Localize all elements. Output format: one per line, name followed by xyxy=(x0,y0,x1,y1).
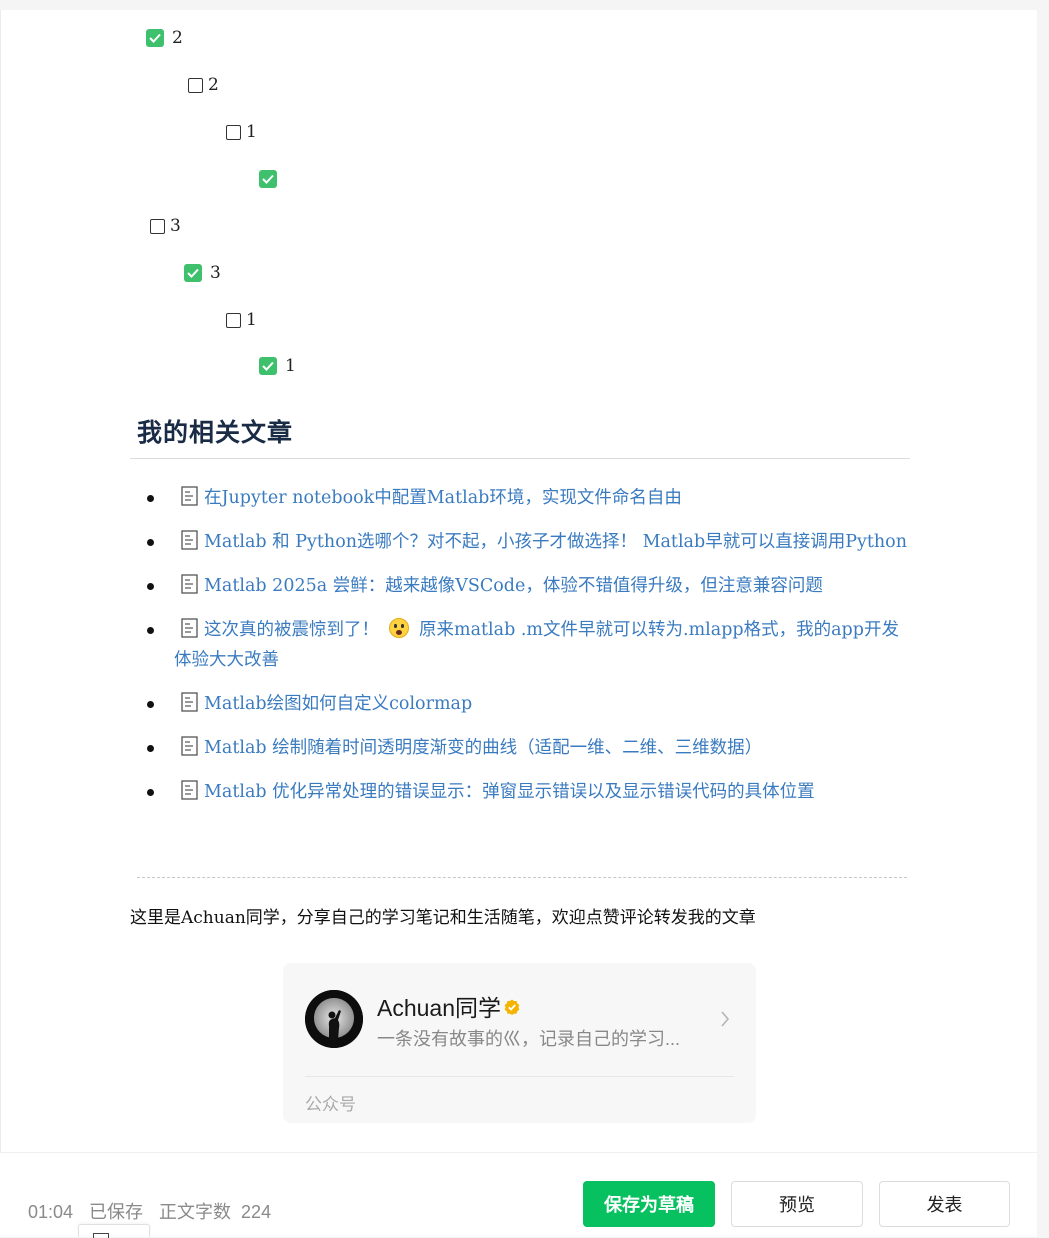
related-articles-list: 在Jupyter notebook中配置Matlab环境，实现文件命名自由 Ma… xyxy=(147,483,909,807)
official-account-card[interactable]: Achuan同学 一条没有故事的巛，记录自己的学习... 公众号 xyxy=(283,963,756,1123)
preview-button[interactable]: 预览 xyxy=(731,1181,863,1227)
bullet xyxy=(147,701,154,708)
task-label: 3 xyxy=(210,263,221,283)
bullet xyxy=(147,627,154,634)
word-count-label: 正文字数 xyxy=(159,1202,232,1222)
task-label: 2 xyxy=(208,75,219,95)
checkbox-unchecked[interactable] xyxy=(226,312,241,328)
task-item: 1 xyxy=(226,309,257,331)
bullet xyxy=(147,495,154,502)
related-articles-heading: 我的相关文章 xyxy=(137,418,294,447)
article-link[interactable]: Matlab 2025a 尝鲜：越来越像VSCode，体验不错值得升级，但注意兼… xyxy=(204,576,823,596)
account-type-label: 公众号 xyxy=(305,1095,356,1114)
checkbox-unchecked[interactable] xyxy=(226,124,241,140)
account-description: 一条没有故事的巛，记录自己的学习... xyxy=(377,1029,681,1049)
document-icon xyxy=(181,574,198,594)
task-item: 3 xyxy=(184,262,221,284)
heading-divider xyxy=(130,458,910,459)
document-icon xyxy=(181,530,198,550)
dashed-divider xyxy=(137,877,907,878)
task-item: 1 xyxy=(259,355,296,377)
publish-button[interactable]: 发表 xyxy=(879,1181,1010,1227)
checkbox-unchecked[interactable] xyxy=(188,77,203,93)
document-icon xyxy=(181,618,198,638)
screaming-face-emoji-icon xyxy=(389,618,409,638)
task-item: 2 xyxy=(188,74,219,96)
list-item: Matlab 绘制随着时间透明度渐变的曲线（适配一维、二维、三维数据） xyxy=(147,733,909,763)
document-icon xyxy=(181,736,198,756)
task-item: 3 xyxy=(150,215,181,237)
list-item: Matlab 优化异常处理的错误显示：弹窗显示错误以及显示错误代码的具体位置 xyxy=(147,777,909,807)
article-link[interactable]: Matlab 优化异常处理的错误显示：弹窗显示错误以及显示错误代码的具体位置 xyxy=(204,782,815,802)
editor-page: 2 2 1 3 3 1 1 我的相关文章 在Jupyter notebook中配… xyxy=(0,10,1038,1236)
verified-badge-icon xyxy=(504,999,520,1015)
list-item: Matlab 2025a 尝鲜：越来越像VSCode，体验不错值得升级，但注意兼… xyxy=(147,571,909,601)
document-icon xyxy=(181,486,198,506)
save-status: 01:04 已保存 正文字数 224 xyxy=(28,1198,287,1224)
list-item: 这次真的被震惊到了！ 原来matlab .m文件早就可以转为.mlapp格式，我的… xyxy=(147,615,909,675)
chevron-right-icon xyxy=(721,1011,730,1027)
task-item: 2 xyxy=(146,27,183,49)
editor-footer: 01:04 已保存 正文字数 224 保存为草稿 预览 发表 xyxy=(0,1152,1037,1237)
article-title-part: 这次真的被震惊到了！ xyxy=(204,620,379,640)
task-label: 1 xyxy=(285,356,296,376)
bullet xyxy=(147,745,154,752)
account-name-text: Achuan同学 xyxy=(377,995,502,1021)
task-label: 3 xyxy=(170,216,181,236)
collapsed-panel-tab[interactable] xyxy=(78,1224,150,1238)
checkbox-checked[interactable] xyxy=(259,357,277,375)
task-item xyxy=(259,168,285,190)
word-count: 224 xyxy=(241,1202,272,1222)
checkbox-checked[interactable] xyxy=(146,29,164,47)
saved-status: 已保存 xyxy=(89,1202,144,1222)
article-link[interactable]: Matlab绘图如何自定义colormap xyxy=(204,694,472,714)
intro-paragraph: 这里是Achuan同学，分享自己的学习笔记和生活随笔，欢迎点赞评论转发我的文章 xyxy=(130,908,756,928)
bullet xyxy=(147,539,154,546)
task-label: 2 xyxy=(172,28,183,48)
document-icon xyxy=(181,780,198,800)
article-link[interactable]: Matlab 绘制随着时间透明度渐变的曲线（适配一维、二维、三维数据） xyxy=(204,738,762,758)
bullet xyxy=(147,789,154,796)
list-item: Matlab绘图如何自定义colormap xyxy=(147,689,909,719)
scrollbar[interactable] xyxy=(1037,0,1049,1236)
article-link[interactable]: Matlab 和 Python选哪个？对不起，小孩子才做选择！ Matlab早就… xyxy=(204,532,907,552)
card-divider xyxy=(305,1076,734,1077)
task-label: 1 xyxy=(246,310,257,330)
document-icon xyxy=(181,692,198,712)
checkbox-checked[interactable] xyxy=(259,170,277,188)
list-item: Matlab 和 Python选哪个？对不起，小孩子才做选择！ Matlab早就… xyxy=(147,527,909,557)
article-link[interactable]: 在Jupyter notebook中配置Matlab环境，实现文件命名自由 xyxy=(204,488,682,508)
list-item: 在Jupyter notebook中配置Matlab环境，实现文件命名自由 xyxy=(147,483,909,513)
account-name: Achuan同学 xyxy=(377,989,520,1023)
checkbox-checked[interactable] xyxy=(184,264,202,282)
task-item: 1 xyxy=(226,121,257,143)
checkbox-unchecked[interactable] xyxy=(150,218,165,234)
save-time: 01:04 xyxy=(28,1202,74,1222)
save-draft-button[interactable]: 保存为草稿 xyxy=(583,1181,715,1227)
bullet xyxy=(147,583,154,590)
article-link[interactable]: 这次真的被震惊到了！ 原来matlab .m文件早就可以转为.mlapp格式，我的… xyxy=(174,618,899,670)
avatar xyxy=(305,990,363,1048)
task-label: 1 xyxy=(246,122,257,142)
